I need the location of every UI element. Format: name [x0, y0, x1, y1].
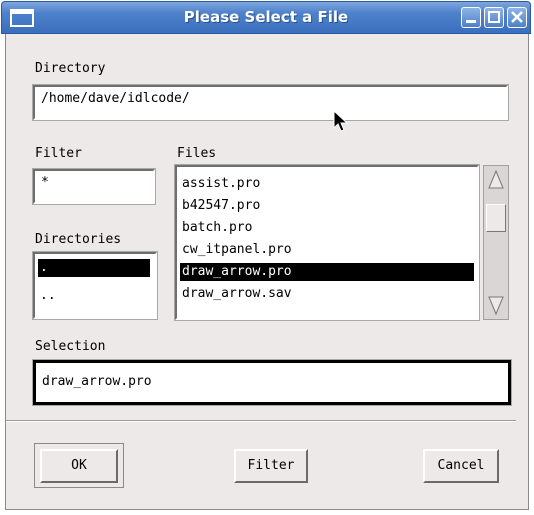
directory-input[interactable]: /home/dave/idlcode/	[32, 84, 509, 121]
selection-value: draw_arrow.pro	[42, 374, 152, 389]
file-item[interactable]: cw_itpanel.pro	[180, 241, 474, 259]
directories-label: Directories	[35, 232, 122, 247]
mouse-pointer-icon	[333, 110, 349, 132]
file-item[interactable]: assist.pro	[180, 175, 474, 193]
file-item[interactable]: b42547.pro	[180, 197, 474, 215]
file-select-dialog: Please Select a File Directory /home/dav…	[0, 0, 534, 515]
cancel-button[interactable]: Cancel	[423, 449, 499, 483]
filter-input[interactable]: *	[32, 168, 156, 205]
title-bar[interactable]: Please Select a File	[1, 1, 531, 34]
directories-list[interactable]: . ..	[32, 251, 158, 320]
filter-value: *	[41, 175, 49, 190]
directory-item-parent[interactable]: ..	[38, 287, 150, 305]
files-label: Files	[177, 146, 217, 161]
minimize-icon[interactable]	[461, 7, 481, 28]
files-list[interactable]: assist.pro b42547.pro batch.pro cw_itpan…	[174, 164, 480, 321]
directory-label: Directory	[35, 61, 106, 76]
selection-input[interactable]: draw_arrow.pro	[32, 359, 512, 406]
directory-value: /home/dave/idlcode/	[41, 91, 190, 106]
scrollbar-thumb[interactable]	[486, 204, 506, 232]
close-icon[interactable]	[507, 7, 527, 28]
files-scrollbar[interactable]	[483, 165, 509, 320]
selection-label: Selection	[35, 339, 106, 354]
maximize-icon[interactable]	[484, 7, 504, 28]
directory-item-current[interactable]: .	[38, 259, 150, 277]
file-item-selected[interactable]: draw_arrow.pro	[180, 263, 474, 281]
button-separator	[6, 420, 516, 422]
filter-button[interactable]: Filter	[234, 449, 308, 483]
scroll-down-arrow-icon[interactable]	[487, 294, 505, 316]
ok-button[interactable]: OK	[40, 449, 118, 483]
file-item[interactable]: draw_arrow.sav	[180, 285, 474, 303]
file-item[interactable]: batch.pro	[180, 219, 474, 237]
scroll-up-arrow-icon[interactable]	[487, 169, 505, 191]
window-title: Please Select a File	[183, 8, 349, 26]
filter-label: Filter	[35, 146, 82, 161]
